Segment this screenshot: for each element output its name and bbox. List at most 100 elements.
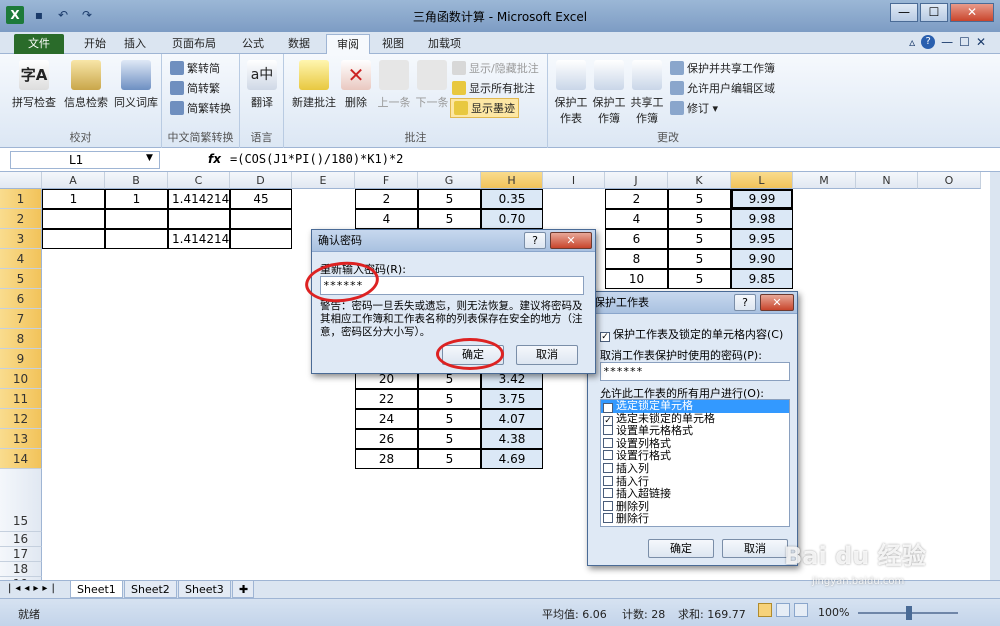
column-header[interactable]: O bbox=[918, 172, 981, 189]
ribbon-minimize-icon[interactable]: ▵ bbox=[909, 35, 915, 49]
fx-icon[interactable]: fx bbox=[208, 152, 221, 166]
column-header[interactable]: J bbox=[605, 172, 668, 189]
help-icon[interactable]: ? bbox=[921, 35, 936, 49]
cell[interactable] bbox=[105, 209, 168, 229]
checkbox-icon[interactable] bbox=[603, 475, 613, 486]
new-comment-button[interactable]: 新建批注 bbox=[290, 60, 338, 110]
row-header[interactable]: 18 bbox=[0, 562, 42, 577]
next-comment-button[interactable]: 下一条 bbox=[408, 60, 456, 110]
formula-input[interactable]: =(COS(J1*PI()/180)*K1)*2 bbox=[230, 152, 403, 166]
checkbox-icon[interactable] bbox=[603, 437, 613, 448]
cell[interactable] bbox=[168, 209, 230, 229]
cell[interactable]: 5 bbox=[418, 429, 481, 449]
cell[interactable]: 4.07 bbox=[481, 409, 543, 429]
column-header[interactable]: D bbox=[230, 172, 292, 189]
cell[interactable] bbox=[42, 229, 105, 249]
row-header[interactable]: 7 bbox=[0, 309, 42, 329]
name-box[interactable]: L1 bbox=[10, 151, 160, 169]
allow-edit-ranges-button[interactable]: 允许用户编辑区域 bbox=[670, 80, 775, 96]
tab-home[interactable]: 开始 bbox=[74, 34, 116, 54]
cell[interactable]: 9.98 bbox=[731, 209, 793, 229]
column-header[interactable]: B bbox=[105, 172, 168, 189]
tab-page-layout[interactable]: 页面布局 bbox=[162, 34, 226, 54]
column-header[interactable]: G bbox=[418, 172, 481, 189]
cell[interactable]: 9.90 bbox=[731, 249, 793, 269]
column-header[interactable]: C bbox=[168, 172, 230, 189]
row-header[interactable]: 14 bbox=[0, 449, 42, 469]
zoom-slider-thumb[interactable] bbox=[906, 606, 912, 620]
sheet-tab-2[interactable]: Sheet2 bbox=[124, 581, 177, 598]
minimize-button[interactable]: — bbox=[890, 3, 918, 22]
permissions-list[interactable]: ✓ 选定锁定单元格 ✓ 选定未锁定的单元格 设置单元格格式 设置列格式 设置行格式 插入列 插入… bbox=[600, 399, 790, 527]
row-header[interactable]: 17 bbox=[0, 547, 42, 562]
column-header[interactable]: E bbox=[292, 172, 355, 189]
tab-addins[interactable]: 加载项 bbox=[418, 34, 471, 54]
share-workbook-button[interactable]: 共享工作簿 bbox=[628, 60, 666, 126]
checkbox-icon[interactable]: ✓ bbox=[603, 403, 613, 413]
cell[interactable]: 1 bbox=[42, 189, 105, 209]
page-break-view-icon[interactable] bbox=[794, 603, 808, 617]
cell[interactable]: 9.95 bbox=[731, 229, 793, 249]
column-header[interactable]: K bbox=[668, 172, 731, 189]
cell[interactable]: 0.70 bbox=[481, 209, 543, 229]
row-header[interactable]: 1 bbox=[0, 189, 42, 209]
zoom-level[interactable]: 100% bbox=[818, 606, 849, 619]
sheet-nav-icon[interactable]: |◂◂▸▸| bbox=[8, 583, 59, 594]
name-box-dropdown-icon[interactable]: ▼ bbox=[146, 153, 153, 163]
cell[interactable]: 2 bbox=[605, 189, 668, 209]
cell[interactable]: 1.414214 bbox=[168, 189, 230, 209]
cell[interactable]: 5 bbox=[418, 449, 481, 469]
row-header[interactable]: 5 bbox=[0, 269, 42, 289]
checkbox-icon[interactable] bbox=[603, 488, 613, 499]
cell[interactable]: 5 bbox=[668, 229, 731, 249]
translate-button[interactable]: a中 翻译 bbox=[238, 60, 286, 110]
permission-item[interactable]: 删除行 bbox=[601, 513, 789, 526]
sheet-tab-1[interactable]: Sheet1 bbox=[70, 581, 123, 598]
checkbox-icon[interactable] bbox=[603, 450, 613, 461]
tab-review[interactable]: 审阅 bbox=[326, 34, 370, 54]
cell[interactable] bbox=[230, 209, 292, 229]
row-header[interactable]: 11 bbox=[0, 389, 42, 409]
checkbox-icon[interactable] bbox=[603, 462, 613, 473]
column-header[interactable]: I bbox=[543, 172, 605, 189]
tab-data[interactable]: 数据 bbox=[278, 34, 320, 54]
row-header[interactable]: 4 bbox=[0, 249, 42, 269]
tab-file[interactable]: 文件 bbox=[14, 34, 64, 54]
column-header[interactable]: L bbox=[731, 172, 793, 189]
cell[interactable]: 4.69 bbox=[481, 449, 543, 469]
column-header[interactable]: M bbox=[793, 172, 856, 189]
unprotect-password-input[interactable]: ****** bbox=[600, 362, 790, 381]
row-header[interactable]: 6 bbox=[0, 289, 42, 309]
spell-check-button[interactable]: 字A 拼写检查 bbox=[10, 60, 58, 110]
tab-formulas[interactable]: 公式 bbox=[232, 34, 274, 54]
close-button[interactable]: ✕ bbox=[950, 3, 994, 22]
cell[interactable]: 5 bbox=[668, 189, 731, 209]
cell[interactable]: 5 bbox=[668, 249, 731, 269]
row-header[interactable]: 16 bbox=[0, 532, 42, 547]
row-header[interactable]: 13 bbox=[0, 429, 42, 449]
column-header[interactable]: H bbox=[481, 172, 543, 189]
cell[interactable]: 9.85 bbox=[731, 269, 793, 289]
cell[interactable]: 24 bbox=[355, 409, 418, 429]
column-header[interactable]: N bbox=[856, 172, 918, 189]
thesaurus-button[interactable]: 同义词库 bbox=[112, 60, 160, 110]
checkbox-icon[interactable] bbox=[603, 500, 613, 511]
cell[interactable]: 5 bbox=[668, 269, 731, 289]
column-header[interactable]: F bbox=[355, 172, 418, 189]
row-header[interactable]: 15 bbox=[0, 469, 42, 532]
cell[interactable]: 26 bbox=[355, 429, 418, 449]
cell[interactable]: 6 bbox=[605, 229, 668, 249]
tab-insert[interactable]: 插入 bbox=[114, 34, 156, 54]
simp-to-trad-button[interactable]: 简转繁 bbox=[170, 80, 220, 96]
column-header[interactable]: A bbox=[42, 172, 105, 189]
protect-workbook-button[interactable]: 保护工作簿 bbox=[590, 60, 628, 126]
cell[interactable]: 22 bbox=[355, 389, 418, 409]
cell[interactable]: 5 bbox=[418, 389, 481, 409]
cell[interactable]: 10 bbox=[605, 269, 668, 289]
row-header[interactable]: 8 bbox=[0, 329, 42, 349]
tab-view[interactable]: 视图 bbox=[372, 34, 414, 54]
research-button[interactable]: 信息检索 bbox=[62, 60, 110, 110]
cell[interactable]: 4 bbox=[355, 209, 418, 229]
show-all-comments-button[interactable]: 显示所有批注 bbox=[452, 80, 535, 96]
checkbox-icon[interactable] bbox=[603, 425, 613, 436]
